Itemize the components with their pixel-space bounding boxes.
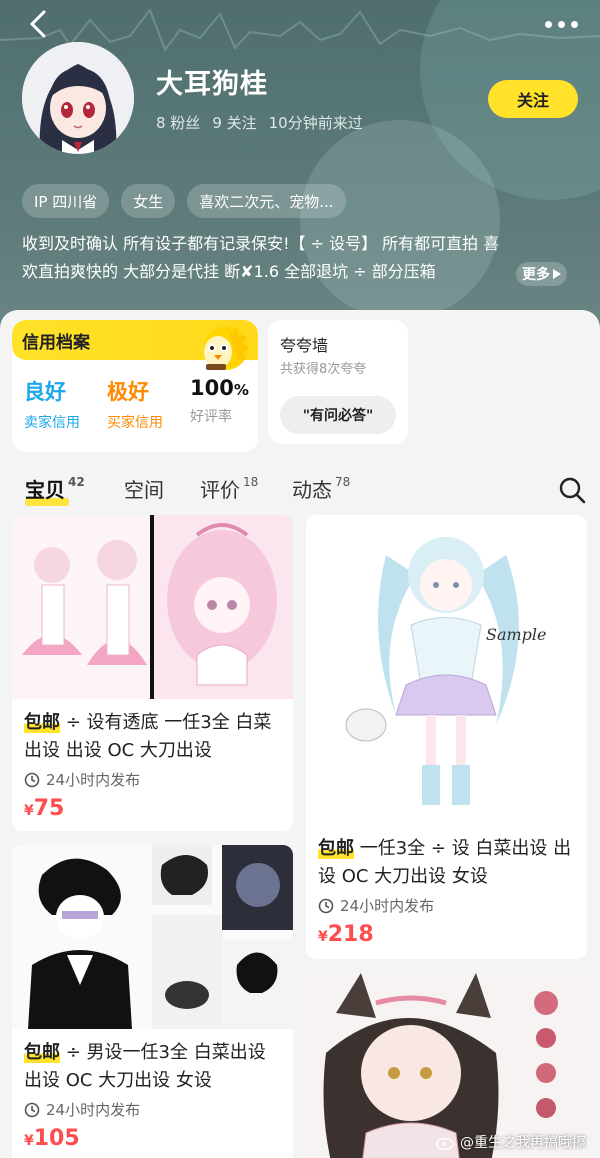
tab-bar: 宝贝 42 空间 评价 18 动态 78 (0, 460, 600, 520)
dot-icon (558, 20, 565, 28)
credit-card[interactable]: 信用档案 良好 卖家信用 极好 买家信用 100% 好评率 (12, 320, 258, 452)
product-card[interactable]: 包邮 ÷ 男设一任3全 白菜出设 出设 OC 大刀出设 女设 24小时内发布 ¥… (12, 845, 293, 1158)
bio: 收到及时确认 所有设子都有记录保安!【 ÷ 设号】 所有都可直拍 喜 欢直拍爽快… (22, 230, 582, 286)
publish-time: 24小时内发布 (12, 769, 293, 790)
product-card[interactable]: Sample 包邮 一任3全 ÷ 设 白菜出设 出设 OC 大刀出设 女设 24… (306, 515, 587, 959)
more-options-button[interactable] (538, 14, 578, 34)
tab-label: 动态 (292, 478, 332, 502)
free-shipping-badge: 包邮 (24, 712, 60, 733)
price-value: 218 (327, 922, 374, 947)
weibo-icon (436, 1137, 454, 1150)
chevron-left-icon (30, 10, 46, 38)
good-rate-value: 100 (190, 376, 234, 400)
bio-line: 欢直拍爽快的 大部分是代挂 断✘1.6 全部退坑 ÷ 部分压箱 (22, 262, 436, 281)
clock-icon (24, 772, 40, 787)
price-value: 75 (33, 796, 65, 821)
tab-count: 78 (335, 475, 351, 489)
dot-icon (571, 20, 578, 28)
following-count[interactable]: 9 关注 (212, 112, 256, 133)
product-price: ¥75 (12, 796, 293, 821)
last-seen: 10分钟前来过 (268, 114, 363, 132)
product-price: ¥105 (12, 1126, 293, 1151)
product-title: 包邮 ÷ 设有透底 一任3全 白菜出设 出设 OC 大刀出设 (12, 709, 293, 765)
more-label: 更多 (522, 267, 550, 283)
product-title-text: ÷ 男设一任3全 白菜出设 出设 OC 大刀出设 女设 (24, 1042, 266, 1091)
search-icon[interactable] (558, 476, 586, 504)
tab-label: 空间 (124, 478, 164, 502)
tag-interests[interactable]: 喜欢二次元、宠物... (187, 184, 346, 218)
svg-text:Sample: Sample (486, 625, 547, 644)
back-button[interactable] (22, 6, 58, 42)
product-image (12, 845, 293, 1029)
clock-icon (24, 1102, 40, 1117)
price-value: 105 (33, 1126, 80, 1151)
product-title: 包邮 ÷ 男设一任3全 白菜出设 出设 OC 大刀出设 女设 (12, 1039, 293, 1095)
publish-time-text: 24小时内发布 (46, 771, 141, 789)
good-rate: 100% 好评率 (190, 376, 249, 426)
publish-time-text: 24小时内发布 (46, 1101, 141, 1119)
watermark: @重生之我再搞哦擦 (436, 1132, 586, 1152)
buyer-credit-value: 极好 (107, 380, 149, 404)
good-rate-label: 好评率 (190, 409, 232, 425)
product-image (12, 515, 293, 699)
product-title-text: ÷ 设有透底 一任3全 白菜出设 出设 OC 大刀出设 (24, 712, 272, 761)
clock-icon (318, 898, 334, 913)
product-image (306, 973, 587, 1158)
tab-count: 42 (68, 475, 85, 489)
tab-count: 18 (243, 475, 259, 489)
product-card[interactable] (306, 973, 587, 1158)
product-price: ¥218 (306, 922, 587, 947)
tag-location: IP 四川省 (22, 184, 110, 218)
free-shipping-badge: 包邮 (318, 838, 354, 859)
bio-line: 收到及时确认 所有设子都有记录保安!【 ÷ 设号】 所有都可直拍 喜 (22, 234, 500, 253)
praise-wall-title: 夸夸墙 (280, 336, 329, 355)
fans-count[interactable]: 8 粉丝 (156, 112, 200, 133)
profile-stats: 8 粉丝 9 关注 10分钟前来过 (156, 112, 363, 133)
free-shipping-badge: 包邮 (24, 1042, 60, 1063)
praise-wall-card[interactable]: 夸夸墙 共获得8次夸夸 "有问必答" (268, 320, 408, 444)
dot-icon (545, 20, 552, 28)
triangle-right-icon (553, 269, 561, 279)
avatar[interactable] (22, 42, 134, 154)
currency: ¥ (24, 1133, 34, 1149)
watermark-text: @重生之我再搞哦擦 (460, 1135, 586, 1151)
tab-space[interactable]: 空间 (124, 474, 164, 503)
tab-items[interactable]: 宝贝 42 (25, 474, 85, 503)
tab-reviews[interactable]: 评价 18 (200, 474, 258, 503)
publish-time-text: 24小时内发布 (340, 897, 435, 915)
mascot-icon (204, 324, 250, 370)
seller-credit-value: 良好 (24, 380, 66, 404)
tab-activity[interactable]: 动态 78 (292, 474, 350, 503)
product-title: 包邮 一任3全 ÷ 设 白菜出设 出设 OC 大刀出设 女设 (306, 835, 587, 891)
buyer-credit-label: 买家信用 (107, 415, 163, 431)
profile-tags: IP 四川省 女生 喜欢二次元、宠物... (22, 184, 346, 218)
product-image: Sample (306, 515, 587, 825)
username: 大耳狗桂 (156, 69, 268, 100)
tag-gender: 女生 (121, 184, 176, 218)
currency: ¥ (318, 929, 328, 945)
praise-wall-subtitle: 共获得8次夸夸 (280, 362, 367, 377)
publish-time: 24小时内发布 (12, 1099, 293, 1120)
background-art (300, 120, 500, 320)
seller-credit-label: 卖家信用 (24, 415, 80, 431)
profile-header: 大耳狗桂 8 粉丝 9 关注 10分钟前来过 关注 IP 四川省 女生 喜欢二次… (0, 0, 600, 330)
bio-more-button[interactable]: 更多 (516, 262, 567, 286)
currency: ¥ (24, 803, 34, 819)
product-card[interactable]: 包邮 ÷ 设有透底 一任3全 白菜出设 出设 OC 大刀出设 24小时内发布 ¥… (12, 515, 293, 831)
tab-label: 评价 (200, 478, 240, 502)
good-rate-unit: % (233, 381, 249, 399)
publish-time: 24小时内发布 (306, 895, 587, 916)
praise-tag: "有问必答" (280, 396, 396, 434)
product-title-text: 一任3全 ÷ 设 白菜出设 出设 OC 大刀出设 女设 (318, 838, 572, 887)
buyer-credit: 极好 买家信用 (107, 376, 163, 432)
tab-label: 宝贝 (25, 478, 65, 502)
follow-button[interactable]: 关注 (488, 80, 578, 118)
content-area: 信用档案 良好 卖家信用 极好 买家信用 100% 好评率 夸夸墙 共获得8次夸… (0, 310, 600, 1158)
seller-credit: 良好 卖家信用 (24, 376, 80, 432)
credit-title: 信用档案 (22, 333, 90, 353)
